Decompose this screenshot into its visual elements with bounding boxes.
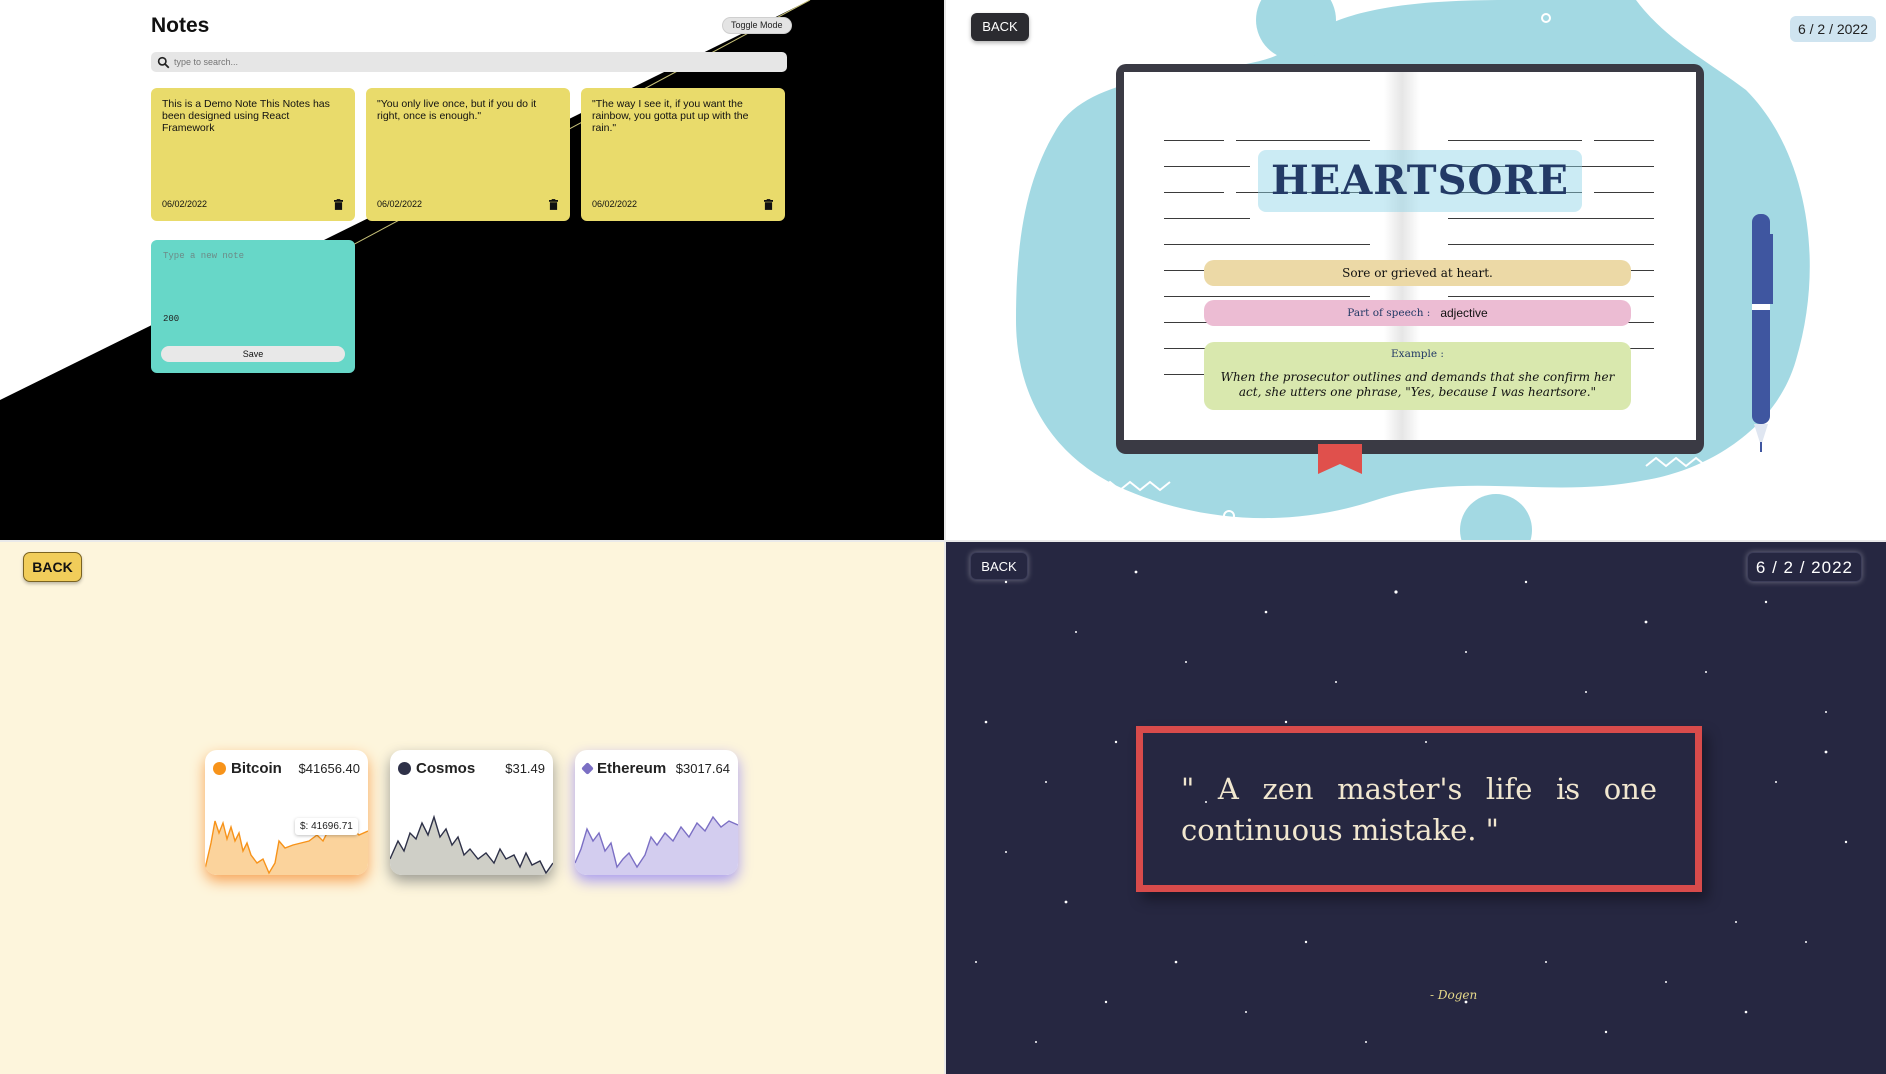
word-of-the-day-panel: BACK 6 / 2 / 2022 HEARTSORE Sore or grie… bbox=[946, 0, 1886, 540]
dark-mode-diagonal-background bbox=[0, 0, 944, 540]
part-of-speech-row: Part of speech : adjective bbox=[1204, 300, 1631, 326]
cosmos-icon bbox=[398, 762, 411, 775]
ethereum-icon bbox=[581, 762, 594, 775]
part-of-speech-value: adjective bbox=[1440, 306, 1488, 320]
note-card: "You only live once, but if you do it ri… bbox=[366, 88, 570, 221]
example-label: Example : bbox=[1391, 348, 1444, 360]
search-bar[interactable] bbox=[151, 52, 787, 72]
back-button[interactable]: BACK bbox=[23, 552, 82, 582]
date-badge: 6 / 2 / 2022 bbox=[1789, 16, 1876, 42]
characters-remaining: 200 bbox=[163, 314, 180, 324]
coin-price: $31.49 bbox=[505, 761, 545, 776]
coin-card-bitcoin[interactable]: Bitcoin $41656.40 $: 41696.71 bbox=[205, 750, 368, 875]
coin-name: Bitcoin bbox=[213, 760, 282, 777]
note-date: 06/02/2022 bbox=[377, 199, 423, 209]
back-button[interactable]: BACK bbox=[971, 13, 1029, 41]
coin-card-ethereum[interactable]: Ethereum $3017.64 bbox=[575, 750, 738, 875]
part-of-speech-label: Part of speech : bbox=[1347, 307, 1431, 319]
note-date: 06/02/2022 bbox=[162, 199, 208, 209]
example-block: Example : When the prosecutor outlines a… bbox=[1204, 342, 1631, 410]
search-icon bbox=[157, 56, 170, 68]
quote-frame: " A zen master's life is one continuous … bbox=[1136, 726, 1702, 892]
note-text: "The way I see it, if you want the rainb… bbox=[592, 98, 749, 134]
delete-icon[interactable] bbox=[549, 199, 558, 210]
word-title: HEARTSORE bbox=[1258, 150, 1582, 212]
delete-icon[interactable] bbox=[764, 199, 773, 210]
example-text: When the prosecutor outlines and demands… bbox=[1220, 370, 1615, 399]
search-input[interactable] bbox=[174, 57, 754, 67]
coin-name: Cosmos bbox=[398, 760, 475, 777]
notes-app-panel: Notes Toggle Mode This is a Demo Note Th… bbox=[0, 0, 944, 540]
quote-panel: BACK 6 / 2 / 2022 " A zen master's life … bbox=[946, 542, 1886, 1074]
coin-price: $3017.64 bbox=[675, 761, 730, 776]
coin-name: Ethereum bbox=[581, 760, 666, 777]
note-card: This is a Demo Note This Notes has been … bbox=[151, 88, 355, 221]
coin-price: $41656.40 bbox=[298, 761, 360, 776]
bitcoin-icon bbox=[213, 762, 226, 775]
price-tooltip: $: 41696.71 bbox=[295, 818, 358, 835]
pen-icon bbox=[1752, 214, 1773, 452]
note-text: "You only live once, but if you do it ri… bbox=[377, 98, 537, 122]
note-text: This is a Demo Note This Notes has been … bbox=[162, 98, 330, 134]
date-badge: 6 / 2 / 2022 bbox=[1746, 552, 1862, 582]
delete-icon[interactable] bbox=[334, 199, 343, 210]
quote-text: " A zen master's life is one continuous … bbox=[1181, 772, 1657, 847]
coin-card-cosmos[interactable]: Cosmos $31.49 bbox=[390, 750, 553, 875]
back-button[interactable]: BACK bbox=[970, 552, 1028, 580]
cosmos-price-chart bbox=[390, 814, 553, 875]
new-note-textarea[interactable]: Type a new note bbox=[163, 251, 244, 261]
note-date: 06/02/2022 bbox=[592, 199, 638, 209]
bookmark-ribbon-icon bbox=[1318, 444, 1362, 474]
word-definition: Sore or grieved at heart. bbox=[1204, 260, 1631, 286]
note-card: "The way I see it, if you want the rainb… bbox=[581, 88, 785, 221]
quote-author: - Dogen bbox=[1430, 988, 1478, 1002]
crypto-tracker-panel: BACK Bitcoin $41656.40 $: 41696.71 Cosmo… bbox=[0, 542, 944, 1074]
ethereum-price-chart bbox=[575, 815, 738, 875]
notes-title: Notes bbox=[151, 14, 210, 37]
toggle-mode-button[interactable]: Toggle Mode bbox=[722, 17, 792, 34]
new-note-card[interactable]: Type a new note 200 Save bbox=[151, 240, 355, 373]
save-button[interactable]: Save bbox=[161, 346, 345, 362]
